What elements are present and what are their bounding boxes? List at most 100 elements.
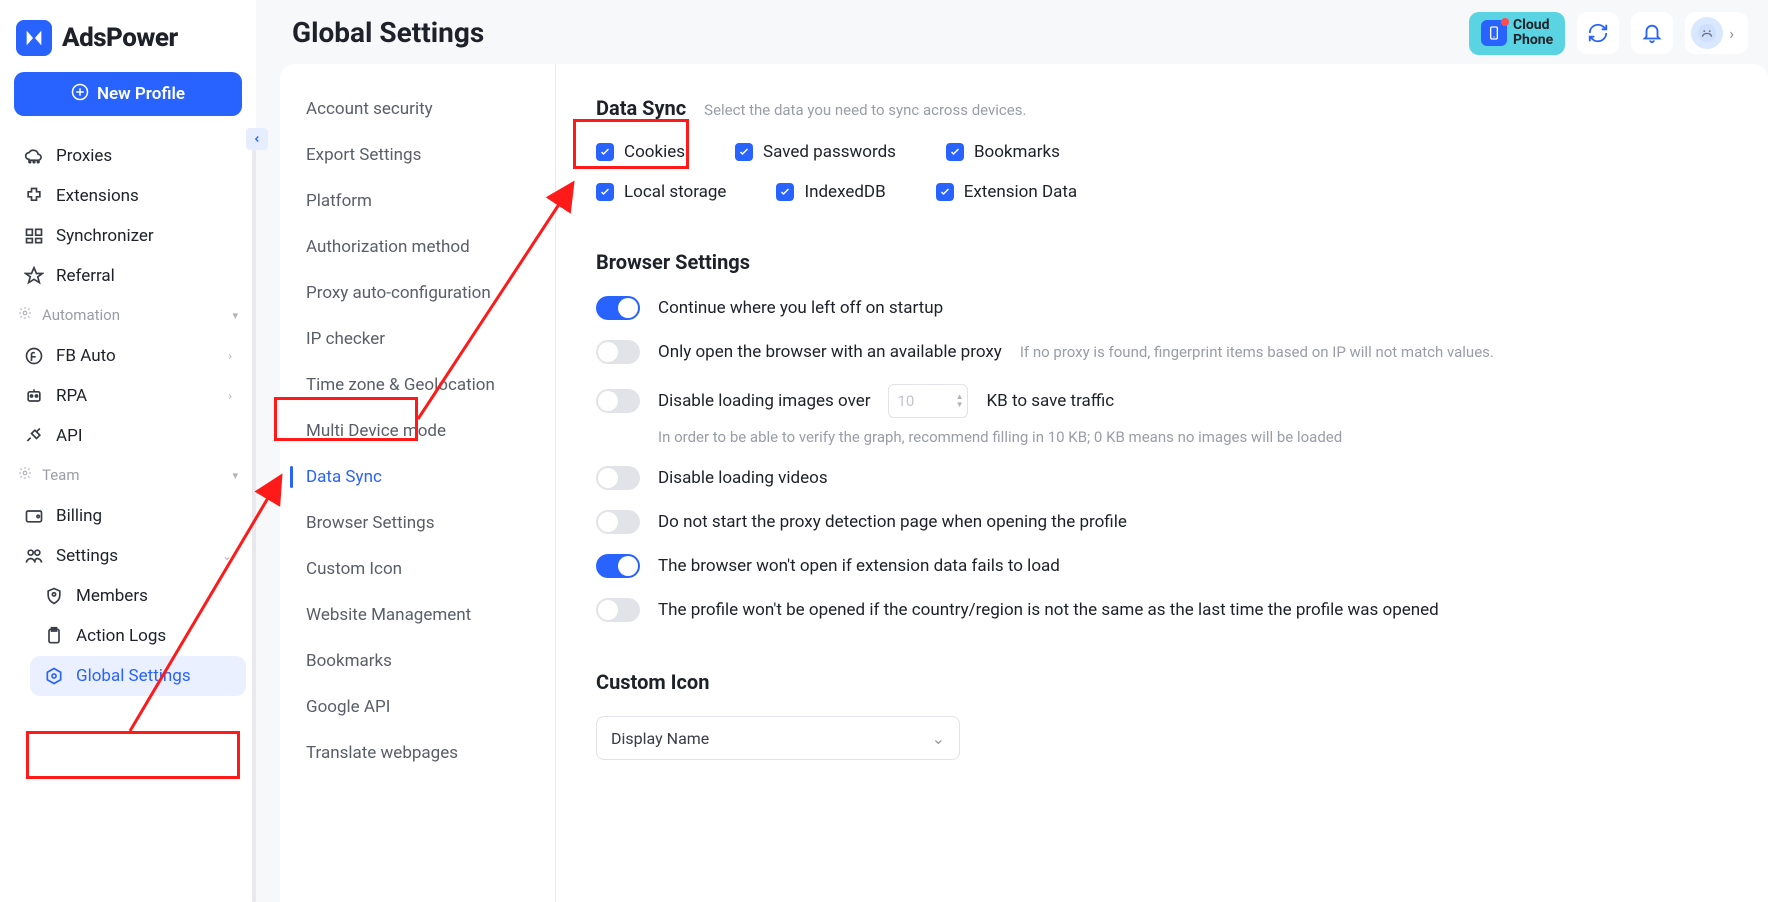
nav-synchronizer[interactable]: Synchronizer xyxy=(10,216,246,256)
setting-label: The profile won't be opened if the count… xyxy=(658,600,1439,620)
robot-icon xyxy=(24,386,44,406)
data-sync-checkbox[interactable]: Cookies xyxy=(596,142,685,162)
subnav-item[interactable]: Google API xyxy=(290,686,545,728)
checkbox-icon xyxy=(596,143,614,161)
checkbox-label: Bookmarks xyxy=(974,142,1060,162)
account-menu-button[interactable]: › xyxy=(1685,12,1748,54)
data-sync-checkbox[interactable]: Saved passwords xyxy=(735,142,896,162)
subnav-item[interactable]: IP checker xyxy=(290,318,545,360)
nav-label: Members xyxy=(76,586,148,606)
nav-api[interactable]: API xyxy=(10,416,246,456)
setting-row: Disable loading videos xyxy=(596,466,1728,490)
logo[interactable]: AdsPower xyxy=(10,12,246,72)
clipboard-icon xyxy=(44,626,64,646)
fb-icon xyxy=(24,346,44,366)
cloud-phone-label: Cloud Phone xyxy=(1513,18,1553,49)
collapse-sidebar-button[interactable] xyxy=(246,128,268,150)
input-placeholder: 10 xyxy=(897,392,914,410)
nav-group-team[interactable]: Team ▾ xyxy=(10,456,246,490)
toggle[interactable] xyxy=(596,340,640,364)
subnav-item[interactable]: Account security xyxy=(290,88,545,130)
page-title: Global Settings xyxy=(292,16,484,49)
nav-fb-auto[interactable]: FB Auto › xyxy=(10,336,246,376)
subnav-item[interactable]: Time zone & Geolocation xyxy=(290,364,545,406)
checkbox-icon xyxy=(735,143,753,161)
toggle[interactable] xyxy=(596,389,640,413)
users-icon xyxy=(24,546,44,566)
wallet-icon xyxy=(24,506,44,526)
subnav-item[interactable]: Proxy auto-configuration xyxy=(290,272,545,314)
nav-label: Settings xyxy=(56,546,118,566)
nav-label: Action Logs xyxy=(76,626,166,646)
subnav-item[interactable]: Authorization method xyxy=(290,226,545,268)
subnav-item[interactable]: Browser Settings xyxy=(290,502,545,544)
nav-rpa[interactable]: RPA › xyxy=(10,376,246,416)
subnav-item[interactable]: Export Settings xyxy=(290,134,545,176)
plug-icon xyxy=(24,426,44,446)
subnav-item[interactable]: Custom Icon xyxy=(290,548,545,590)
setting-label: KB to save traffic xyxy=(986,391,1114,411)
main-content: Data Sync Select the data you need to sy… xyxy=(556,64,1768,902)
refresh-button[interactable] xyxy=(1577,12,1619,54)
notifications-button[interactable] xyxy=(1631,12,1673,54)
nav-settings[interactable]: Settings ⌄ xyxy=(10,536,246,576)
chevron-down-icon: ⌄ xyxy=(932,729,945,748)
avatar-icon xyxy=(1691,17,1723,49)
data-sync-checkbox[interactable]: Bookmarks xyxy=(946,142,1060,162)
data-sync-checkbox[interactable]: Local storage xyxy=(596,182,726,202)
nav-group-automation[interactable]: Automation ▾ xyxy=(10,296,246,330)
checkbox-label: Extension Data xyxy=(964,182,1077,202)
cloud-phone-button[interactable]: Cloud Phone xyxy=(1469,12,1565,55)
subnav-item[interactable]: Platform xyxy=(290,180,545,222)
nav-extensions[interactable]: Extensions xyxy=(10,176,246,216)
data-sync-checkbox[interactable]: Extension Data xyxy=(936,182,1077,202)
setting-label: Disable loading images over xyxy=(658,391,870,411)
nav-proxies[interactable]: Proxies xyxy=(10,136,246,176)
subnav-item[interactable]: Bookmarks xyxy=(290,640,545,682)
nav-members[interactable]: Members xyxy=(30,576,246,616)
nav-billing[interactable]: Billing xyxy=(10,496,246,536)
extension-icon xyxy=(24,186,44,206)
top-header: Global Settings Cloud Phone › xyxy=(268,0,1768,64)
nav-global-settings[interactable]: Global Settings xyxy=(30,656,246,696)
chevron-down-icon: ▾ xyxy=(232,309,238,322)
checkbox-label: Saved passwords xyxy=(763,142,896,162)
nav-action-logs[interactable]: Action Logs xyxy=(30,616,246,656)
setting-row: The browser won't open if extension data… xyxy=(596,554,1728,578)
setting-label: Do not start the proxy detection page wh… xyxy=(658,512,1127,532)
toggle[interactable] xyxy=(596,296,640,320)
setting-subnote: In order to be able to verify the graph,… xyxy=(658,428,1728,446)
toggle[interactable] xyxy=(596,466,640,490)
toggle[interactable] xyxy=(596,598,640,622)
setting-label: Disable loading videos xyxy=(658,468,828,488)
subnav-item[interactable]: Data Sync xyxy=(290,456,545,498)
nav-label: Billing xyxy=(56,506,102,526)
data-sync-checkbox[interactable]: IndexedDB xyxy=(776,182,885,202)
checkbox-icon xyxy=(936,183,954,201)
section-custom-icon: Custom Icon Display Name ⌄ xyxy=(596,670,1728,760)
hex-gear-icon xyxy=(44,666,64,686)
nav-label: Global Settings xyxy=(76,666,191,686)
custom-icon-select[interactable]: Display Name ⌄ xyxy=(596,716,960,760)
nav-group-label: Team xyxy=(42,466,80,484)
subnav-item[interactable]: Multi Device mode xyxy=(290,410,545,452)
new-profile-button[interactable]: New Profile xyxy=(14,72,242,116)
section-data-sync: Data Sync Select the data you need to sy… xyxy=(596,96,1728,202)
stepper-icon: ▲▼ xyxy=(956,393,964,409)
section-title: Custom Icon xyxy=(596,670,709,694)
nav-referral[interactable]: Referral xyxy=(10,256,246,296)
section-hint: Select the data you need to sync across … xyxy=(704,101,1026,119)
checkbox-label: Cookies xyxy=(624,142,685,162)
section-title: Data Sync xyxy=(596,96,686,120)
nav-label: Extensions xyxy=(56,186,139,206)
toggle[interactable] xyxy=(596,554,640,578)
nav-label: API xyxy=(56,426,82,446)
kb-input[interactable]: 10 ▲▼ xyxy=(888,384,968,418)
toggle[interactable] xyxy=(596,510,640,534)
subnav-item[interactable]: Translate webpages xyxy=(290,732,545,774)
nav-label: Referral xyxy=(56,266,115,286)
setting-row: The profile won't be opened if the count… xyxy=(596,598,1728,622)
subnav-item[interactable]: Website Management xyxy=(290,594,545,636)
setting-row: Do not start the proxy detection page wh… xyxy=(596,510,1728,534)
sync-icon xyxy=(24,226,44,246)
